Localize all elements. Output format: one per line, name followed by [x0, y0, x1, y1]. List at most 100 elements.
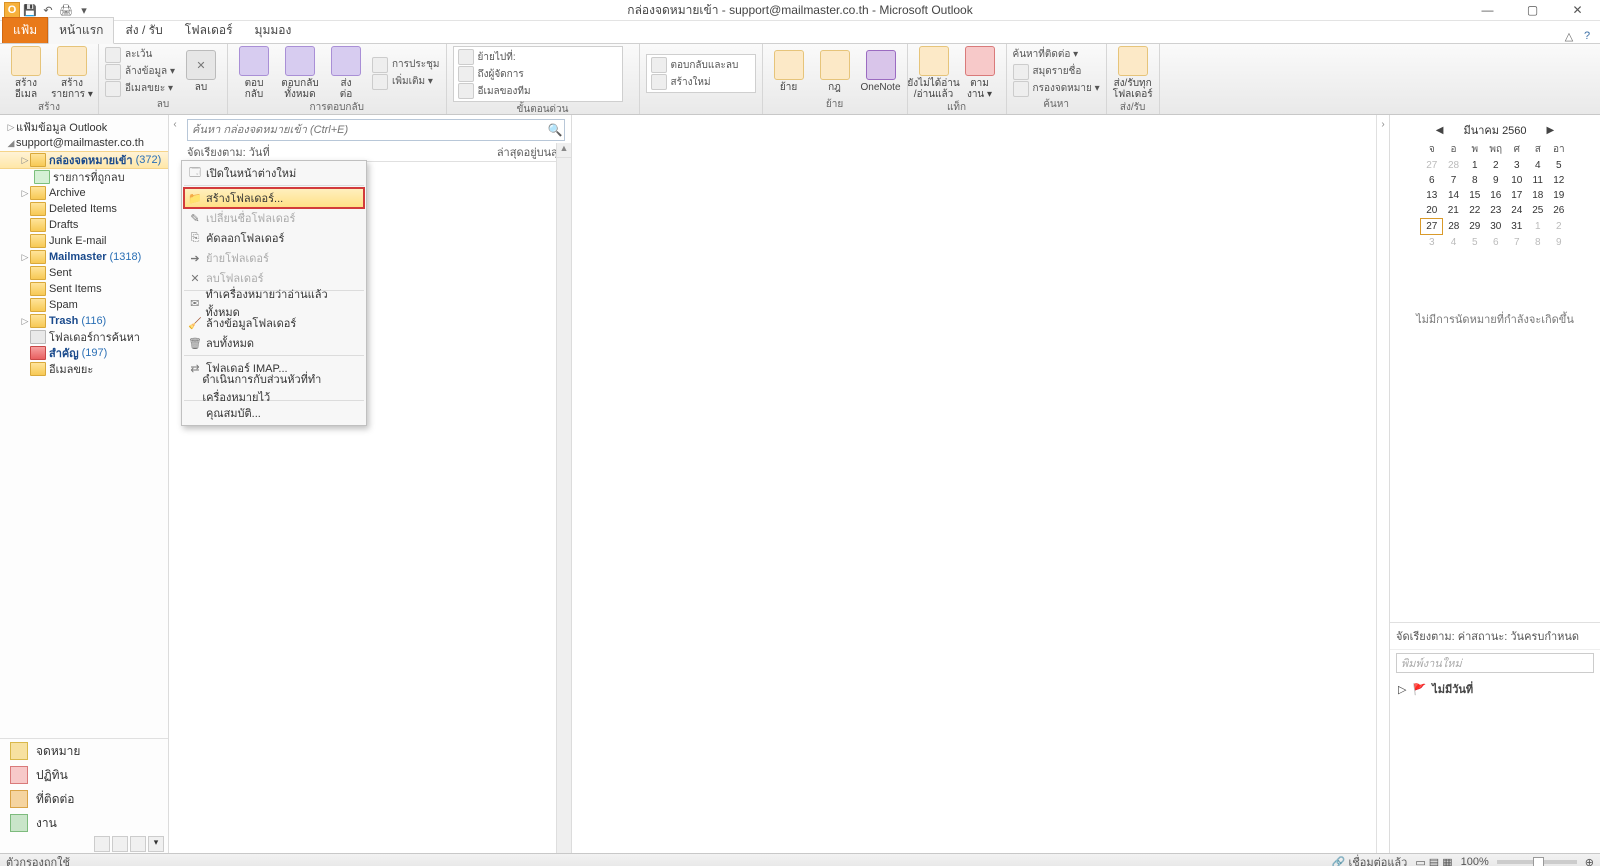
nav-mini-folders-icon[interactable] [112, 836, 128, 852]
nav-account[interactable]: ◢support@mailmaster.co.th [0, 135, 168, 151]
calendar-day[interactable]: 7 [1506, 235, 1527, 251]
calendar-day[interactable]: 19 [1548, 188, 1569, 203]
followup-button[interactable]: ตามงาน ▾ [960, 46, 1000, 100]
calendar-day[interactable]: 8 [1527, 235, 1548, 251]
nav-deleted-sub[interactable]: รายการที่ถูกลบ [0, 169, 168, 185]
calendar-day[interactable]: 12 [1548, 173, 1569, 188]
calendar-day[interactable]: 10 [1506, 173, 1527, 188]
calendar-grid[interactable]: จอพพฤศสอา 272812345678910111213141516171… [1420, 141, 1570, 250]
calendar-day[interactable]: 6 [1485, 235, 1506, 251]
calendar-day[interactable]: 18 [1527, 188, 1548, 203]
calendar-day[interactable]: 31 [1506, 219, 1527, 235]
calendar-day[interactable]: 16 [1485, 188, 1506, 203]
more-respond-button[interactable]: เพิ่มเติม ▾ [372, 74, 440, 90]
send-receive-all-button[interactable]: ส่ง/รับทุกโฟลเดอร์ [1113, 46, 1153, 100]
calendar-day[interactable]: 25 [1527, 203, 1548, 219]
calendar-day[interactable]: 30 [1485, 219, 1506, 235]
nav-mini-shortcuts-icon[interactable] [130, 836, 146, 852]
calendar-day[interactable]: 28 [1443, 219, 1465, 235]
calendar-day[interactable]: 29 [1464, 219, 1485, 235]
minimize-ribbon-icon[interactable]: △ [1562, 29, 1576, 43]
nav-inbox[interactable]: ▷กล่องจดหมายเข้า(372) [0, 151, 168, 169]
qat-more-icon[interactable]: ▾ [76, 2, 92, 18]
nav-junk[interactable]: Junk E-mail [0, 233, 168, 249]
calendar-day[interactable]: 7 [1443, 173, 1465, 188]
addressbook-button[interactable]: สมุดรายชื่อ [1013, 64, 1100, 80]
calendar-day[interactable]: 9 [1485, 173, 1506, 188]
quickstep-createnew[interactable]: สร้างใหม่ [651, 74, 751, 90]
nav-mini-notes-icon[interactable] [94, 836, 110, 852]
nav-search-folders[interactable]: โฟลเดอร์การค้นหา [0, 329, 168, 345]
nav-drafts[interactable]: Drafts [0, 217, 168, 233]
calendar-day[interactable]: 27 [1421, 158, 1443, 173]
delete-button[interactable]: ✕ ลบ [181, 50, 221, 93]
ctx-new-folder[interactable]: 📁สร้างโฟลเดอร์... [184, 188, 364, 208]
calendar-day[interactable]: 3 [1421, 235, 1443, 251]
filter-email-button[interactable]: กรองจดหมาย ▾ [1013, 81, 1100, 97]
calendar-day[interactable]: 4 [1443, 235, 1465, 251]
nav-archive[interactable]: ▷Archive [0, 185, 168, 201]
close-button[interactable]: ✕ [1555, 0, 1600, 20]
meeting-button[interactable]: การประชุม [372, 57, 440, 73]
help-icon[interactable]: ? [1580, 29, 1594, 43]
tab-send-receive[interactable]: ส่ง / รับ [114, 17, 173, 43]
quickstep-moveto[interactable]: ย้ายไปที่: [458, 49, 618, 65]
calendar-day[interactable]: 4 [1527, 158, 1548, 173]
calendar-day[interactable]: 1 [1464, 158, 1485, 173]
ctx-process-marked[interactable]: ดำเนินการกับส่วนหัวที่ทำเครื่องหมายไว้ [184, 378, 364, 398]
search-field[interactable] [188, 123, 546, 137]
calendar-day[interactable]: 2 [1548, 219, 1569, 235]
calendar-day[interactable]: 21 [1443, 203, 1465, 219]
new-items-button[interactable]: สร้างรายการ ▾ [52, 46, 92, 100]
calendar-day[interactable]: 2 [1485, 158, 1506, 173]
task-group-nodate[interactable]: ▷🚩ไม่มีวันที่ [1390, 676, 1600, 702]
move-button[interactable]: ย้าย [769, 50, 809, 93]
nav-sentitems[interactable]: Sent Items [0, 281, 168, 297]
calendar-day[interactable]: 3 [1506, 158, 1527, 173]
nav-mailmaster[interactable]: ▷Mailmaster(1318) [0, 249, 168, 265]
find-contact-input[interactable]: ค้นหาที่ติดต่อ ▾ [1013, 47, 1100, 63]
zoom-slider[interactable] [1497, 860, 1577, 864]
tab-folder[interactable]: โฟลเดอร์ [174, 17, 244, 43]
calendar-day[interactable]: 8 [1464, 173, 1485, 188]
cleanup-button[interactable]: ล้างข้อมูล ▾ [105, 64, 175, 80]
nav-outlook-data-file[interactable]: ▷แฟ้มข้อมูล Outlook [0, 119, 168, 135]
maximize-button[interactable]: ▢ [1510, 0, 1555, 20]
quickstep-teamemail[interactable]: อีเมลของทีม [458, 83, 618, 99]
forward-button[interactable]: ส่งต่อ [326, 46, 366, 100]
search-icon[interactable]: 🔍 [546, 123, 564, 137]
nav-deleted[interactable]: Deleted Items [0, 201, 168, 217]
tab-view[interactable]: มุมมอง [244, 17, 303, 43]
rules-button[interactable]: กฎ [815, 50, 855, 93]
calendar-day[interactable]: 22 [1464, 203, 1485, 219]
quickstep-tomanager[interactable]: ถึงผู้จัดการ [458, 66, 618, 82]
qat-undo-icon[interactable]: ↶ [40, 2, 56, 18]
ctx-open-new-window[interactable]: 🗔เปิดในหน้าต่างใหม่ [184, 163, 364, 183]
qat-save-icon[interactable]: 💾 [22, 2, 38, 18]
calendar-day[interactable]: 11 [1527, 173, 1548, 188]
reply-all-button[interactable]: ตอบกลับทั้งหมด [280, 46, 320, 100]
calendar-day[interactable]: 1 [1527, 219, 1548, 235]
collapse-todo-icon[interactable]: › [1376, 115, 1389, 853]
section-calendar[interactable]: ปฏิทิน [0, 763, 168, 787]
section-tasks[interactable]: งาน [0, 811, 168, 835]
calendar-day[interactable]: 20 [1421, 203, 1443, 219]
calendar-day[interactable]: 26 [1548, 203, 1569, 219]
scrollbar[interactable]: ▲ [556, 143, 571, 853]
cal-next-icon[interactable]: ▶ [1547, 125, 1555, 136]
sort-order-label[interactable]: ล่าสุดอยู่บนสุด [497, 143, 565, 161]
calendar-day[interactable]: 23 [1485, 203, 1506, 219]
ctx-delete-all[interactable]: 🗑ลบทั้งหมด [184, 333, 364, 353]
sort-by-label[interactable]: จัดเรียงตาม: วันที่ [187, 143, 270, 161]
tab-file[interactable]: แฟ้ม [2, 17, 48, 43]
tab-home[interactable]: หน้าแรก [48, 17, 114, 44]
qat-print-icon[interactable]: 🖨 [58, 2, 74, 18]
calendar-day[interactable]: 17 [1506, 188, 1527, 203]
calendar-day[interactable]: 6 [1421, 173, 1443, 188]
calendar-day[interactable]: 28 [1443, 158, 1465, 173]
minimize-button[interactable]: — [1465, 0, 1510, 20]
calendar-day[interactable]: 27 [1421, 219, 1443, 235]
new-task-input[interactable]: พิมพ์งานใหม่ [1396, 653, 1594, 673]
nav-sent[interactable]: Sent [0, 265, 168, 281]
calendar-day[interactable]: 5 [1548, 158, 1569, 173]
